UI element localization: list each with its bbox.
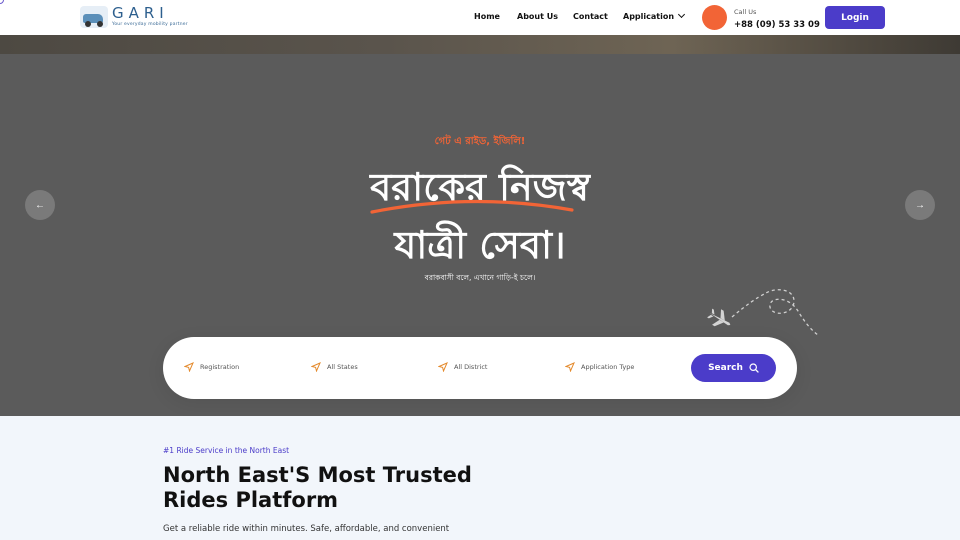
nav-application-label: Application xyxy=(623,12,675,21)
hero-headline-line2: যাত্রী সেবা। xyxy=(394,223,566,267)
airplane-dotted-path-icon xyxy=(707,289,819,336)
logo[interactable]: GARI Your everyday mobility partner xyxy=(80,6,188,28)
nav-about-us[interactable]: About Us xyxy=(517,12,558,21)
hero-subtext: বরাকবাসী বলে, এখানে গাড়ি-ই চলে। xyxy=(424,273,536,282)
search-button-label: Search xyxy=(708,363,743,373)
logo-name: GARI xyxy=(112,4,169,22)
search-icon xyxy=(749,363,759,373)
nav-home[interactable]: Home xyxy=(474,12,500,21)
arrow-right-icon: → xyxy=(915,199,925,211)
about-title: North East'S Most Trusted Rides Platform xyxy=(163,463,503,513)
about-kicker: #1 Ride Service in the North East xyxy=(163,446,290,455)
login-button[interactable]: Login xyxy=(825,6,885,29)
application-type-field[interactable]: Application Type xyxy=(565,362,634,372)
district-field-label: All District xyxy=(454,363,488,371)
send-icon xyxy=(184,362,194,372)
nav-contact[interactable]: Contact xyxy=(573,12,608,21)
nav-application[interactable]: Application xyxy=(623,10,686,21)
phone-icon[interactable] xyxy=(702,5,727,30)
search-bar: Registration All States All District App… xyxy=(163,337,797,399)
slider-next-button[interactable]: → xyxy=(905,190,935,220)
slider-prev-button[interactable]: ← xyxy=(25,190,55,220)
logo-tagline: Your everyday mobility partner xyxy=(112,22,188,27)
logo-car-icon xyxy=(80,6,108,28)
search-button[interactable]: Search xyxy=(691,354,776,382)
about-title-line1: North East'S Most Trusted xyxy=(163,463,472,487)
site-header: GARI Your everyday mobility partner Home… xyxy=(0,0,960,35)
states-field-label: All States xyxy=(327,363,358,371)
send-icon xyxy=(311,362,321,372)
hero-image-strip xyxy=(0,35,960,54)
about-description: Get a reliable ride within minutes. Safe… xyxy=(163,524,450,534)
registration-field-label: Registration xyxy=(200,363,240,371)
send-icon xyxy=(565,362,575,372)
district-field[interactable]: All District xyxy=(438,362,487,372)
call-label: Call Us xyxy=(734,8,757,16)
arrow-left-icon: ← xyxy=(35,199,45,211)
send-icon xyxy=(438,362,448,372)
chevron-down-icon xyxy=(677,10,686,19)
call-number[interactable]: +88 (09) 53 33 09 xyxy=(734,20,820,30)
about-title-line2: Rides Platform xyxy=(163,488,339,512)
registration-field[interactable]: Registration xyxy=(184,362,239,372)
states-field[interactable]: All States xyxy=(311,362,358,372)
application-type-field-label: Application Type xyxy=(581,363,635,371)
hero-kicker: গেট এ রাইড, ইজিলি! xyxy=(434,136,526,147)
